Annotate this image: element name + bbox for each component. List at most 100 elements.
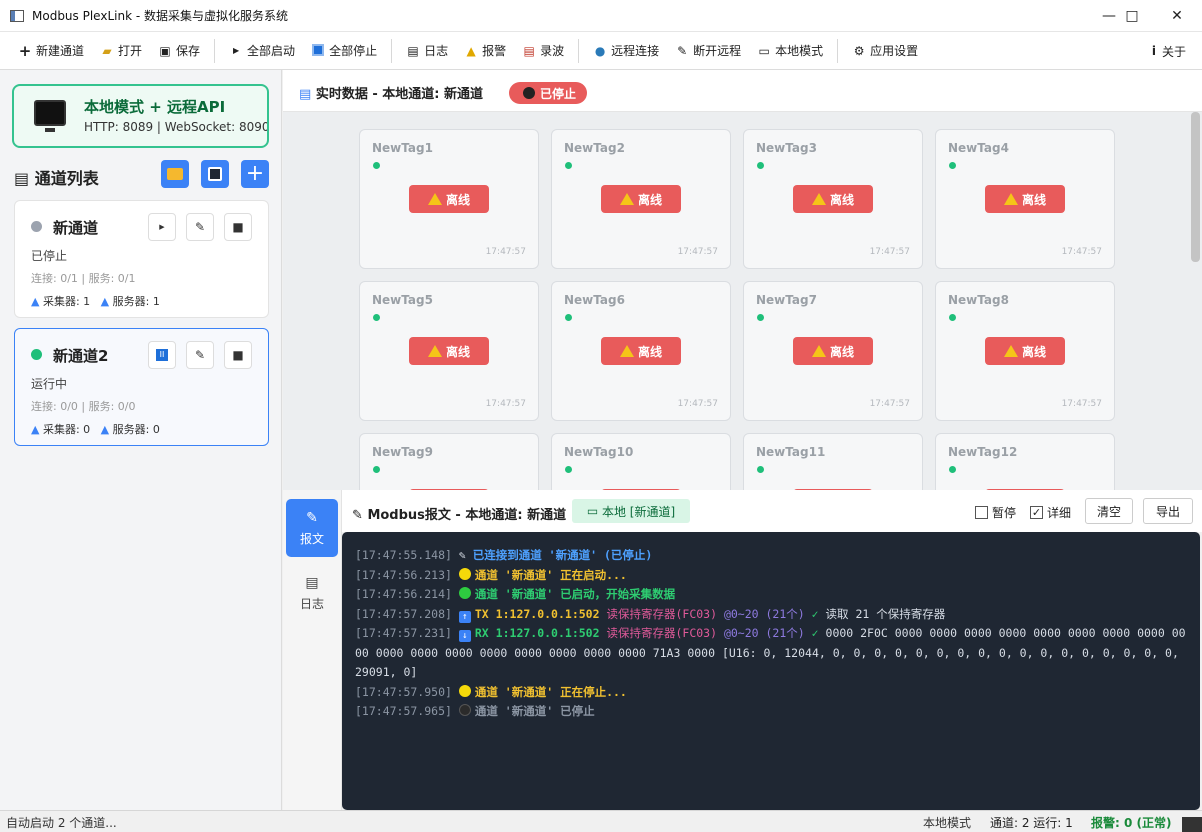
start-channel-button[interactable]: ▶ (148, 213, 176, 241)
delete-channel-button[interactable]: ■ (224, 341, 252, 369)
edit-channel-button[interactable]: ✎ (186, 341, 214, 369)
mode-card: 本地模式 + 远程API HTTP: 8089 | WebSocket: 809… (12, 84, 269, 148)
offline-badge: 离线 (985, 185, 1065, 213)
laptop-icon: ▭ (586, 504, 599, 518)
delete-channel-button[interactable]: ■ (224, 213, 252, 241)
play-icon: ▶ (159, 223, 165, 231)
tag-time: 17:47:57 (1061, 247, 1102, 257)
stop-icon (311, 43, 325, 58)
start-all-button[interactable]: ▶ 全部启动 (221, 36, 303, 66)
resize-grip[interactable] (1182, 817, 1202, 832)
warning-icon (1003, 193, 1018, 205)
log-line: [17:47:57.231] ↓ RX 1:127.0.0.1:502 读保持寄存… (355, 626, 1186, 679)
log-panel-header: ✎ Modbus报文 - 本地通道: 新通道 ▭ 本地 [新通道] 暂停 ✓ 详细… (342, 490, 1202, 532)
status-dot (757, 314, 764, 321)
server-icon: ▲ (100, 295, 110, 308)
channel-conn: 连接: 0/1 | 服务: 0/1 (31, 272, 136, 285)
stop-all-button[interactable]: 全部停止 (303, 36, 385, 66)
message-icon: ✎ (306, 509, 318, 526)
pencil-icon: ✎ (194, 348, 206, 362)
collector-icon: ▲ (31, 423, 40, 436)
clipboard-icon: ▤ (407, 43, 419, 58)
tag-card[interactable]: NewTag4 离线 17:47:57 (935, 129, 1115, 269)
down-arrow-icon: ↓ (458, 630, 471, 642)
pause-channel-button[interactable]: II (148, 341, 176, 369)
toolbar-separator (578, 38, 580, 63)
status-dot (565, 162, 572, 169)
pause-checkbox[interactable]: 暂停 (975, 504, 1016, 521)
tag-card[interactable]: NewTag5 离线 17:47:57 (359, 281, 539, 421)
plug-icon: ✎ (677, 43, 688, 58)
tag-card[interactable]: NewTag11离线17:47:57 (743, 433, 923, 490)
channel-stats: ▲ 采集器: 0 ▲ 服务器: 0 (31, 423, 160, 436)
status-mode: 本地模式 (923, 816, 972, 830)
channel-card[interactable]: 新通道 ▶ ✎ ■ 已停止 连接: 0/1 | 服务: 0/1 ▲ 采集器: 1… (14, 200, 269, 318)
tag-name: NewTag3 (756, 141, 817, 155)
tab-log[interactable]: ▤ 日志 (286, 564, 338, 622)
maximize-button[interactable]: □ (1109, 0, 1155, 32)
left-panel: 本地模式 + 远程API HTTP: 8089 | WebSocket: 809… (0, 70, 282, 810)
clear-button[interactable]: 清空 (1085, 498, 1133, 524)
disconnect-remote-button[interactable]: ✎ 断开远程 (667, 36, 749, 66)
tag-card[interactable]: NewTag8 离线 17:47:57 (935, 281, 1115, 421)
tag-name: NewTag6 (564, 293, 625, 307)
tag-card[interactable]: NewTag2 离线 17:47:57 (551, 129, 731, 269)
channel-list-label: ▤ 通道列表 (14, 169, 99, 188)
server-icon: ▲ (100, 423, 110, 436)
checkbox-box (975, 506, 988, 519)
floppy-icon (208, 167, 222, 181)
check-icon: ✓ (1030, 506, 1043, 519)
open-button[interactable]: ▰ 打开 (92, 36, 150, 66)
offline-badge: 离线 (601, 337, 681, 365)
globe-icon: ● (594, 43, 606, 58)
folder-icon (167, 168, 183, 180)
channel-card[interactable]: 新通道2 II ✎ ■ 运行中 连接: 0/0 | 服务: 0/0 ▲ 采集器:… (14, 328, 269, 446)
black-circle-icon (458, 704, 471, 716)
about-button[interactable]: i 关于 (1142, 36, 1194, 66)
alarm-button[interactable]: ▲ 报警 (456, 36, 514, 66)
save-channels-button[interactable] (201, 160, 229, 188)
tab-message[interactable]: ✎ 报文 (286, 499, 338, 557)
status-alarm: 报警: 0 (正常) (1091, 816, 1172, 830)
warning-icon (427, 193, 442, 205)
status-dot (949, 162, 956, 169)
offline-badge: 离线 (985, 337, 1065, 365)
status-dot (31, 349, 42, 360)
status-dot (373, 162, 380, 169)
channel-conn: 连接: 0/0 | 服务: 0/0 (31, 400, 136, 413)
tag-card[interactable]: NewTag12离线17:47:57 (935, 433, 1115, 490)
status-dot (31, 221, 42, 232)
export-button[interactable]: 导出 (1143, 498, 1193, 524)
close-button[interactable]: ✕ (1154, 0, 1200, 32)
edit-channel-button[interactable]: ✎ (186, 213, 214, 241)
message-icon: ✎ (352, 508, 363, 523)
toolbar-separator (837, 38, 839, 63)
tag-card[interactable]: NewTag9离线17:47:57 (359, 433, 539, 490)
tag-time: 17:47:57 (677, 399, 718, 409)
tag-card[interactable]: NewTag3 离线 17:47:57 (743, 129, 923, 269)
pause-icon: II (156, 349, 168, 361)
local-mode-button[interactable]: ▭ 本地模式 (749, 36, 831, 66)
open-folder-button[interactable] (161, 160, 189, 188)
tag-card[interactable]: NewTag1 离线 17:47:57 (359, 129, 539, 269)
tag-card[interactable]: NewTag6 离线 17:47:57 (551, 281, 731, 421)
detail-checkbox[interactable]: ✓ 详细 (1030, 504, 1071, 521)
tag-card[interactable]: NewTag10离线17:47:57 (551, 433, 731, 490)
status-dot (565, 466, 572, 473)
channel-name: 新通道 (53, 219, 99, 237)
channel-badge: ▭ 本地 [新通道] (572, 499, 690, 523)
tag-card[interactable]: NewTag7 离线 17:47:57 (743, 281, 923, 421)
plug-icon: ✎ (458, 548, 466, 562)
log-console[interactable]: [17:47:55.148] ✎ 已连接到通道 '新通道' (已停止) [17:… (342, 532, 1200, 810)
save-button[interactable]: ▣ 保存 (150, 36, 208, 66)
status-dot (757, 466, 764, 473)
warning-icon (811, 193, 826, 205)
log-button[interactable]: ▤ 日志 (398, 36, 456, 66)
gear-icon: ⚙ (853, 43, 865, 58)
grid-scrollbar[interactable] (1191, 112, 1200, 262)
record-button[interactable]: ▤ 录波 (514, 36, 572, 66)
new-channel-button[interactable]: + 新建通道 (10, 36, 92, 66)
app-settings-button[interactable]: ⚙ 应用设置 (844, 36, 926, 66)
remote-connect-button[interactable]: ● 远程连接 (585, 36, 667, 66)
add-channel-button[interactable]: + (241, 160, 269, 188)
